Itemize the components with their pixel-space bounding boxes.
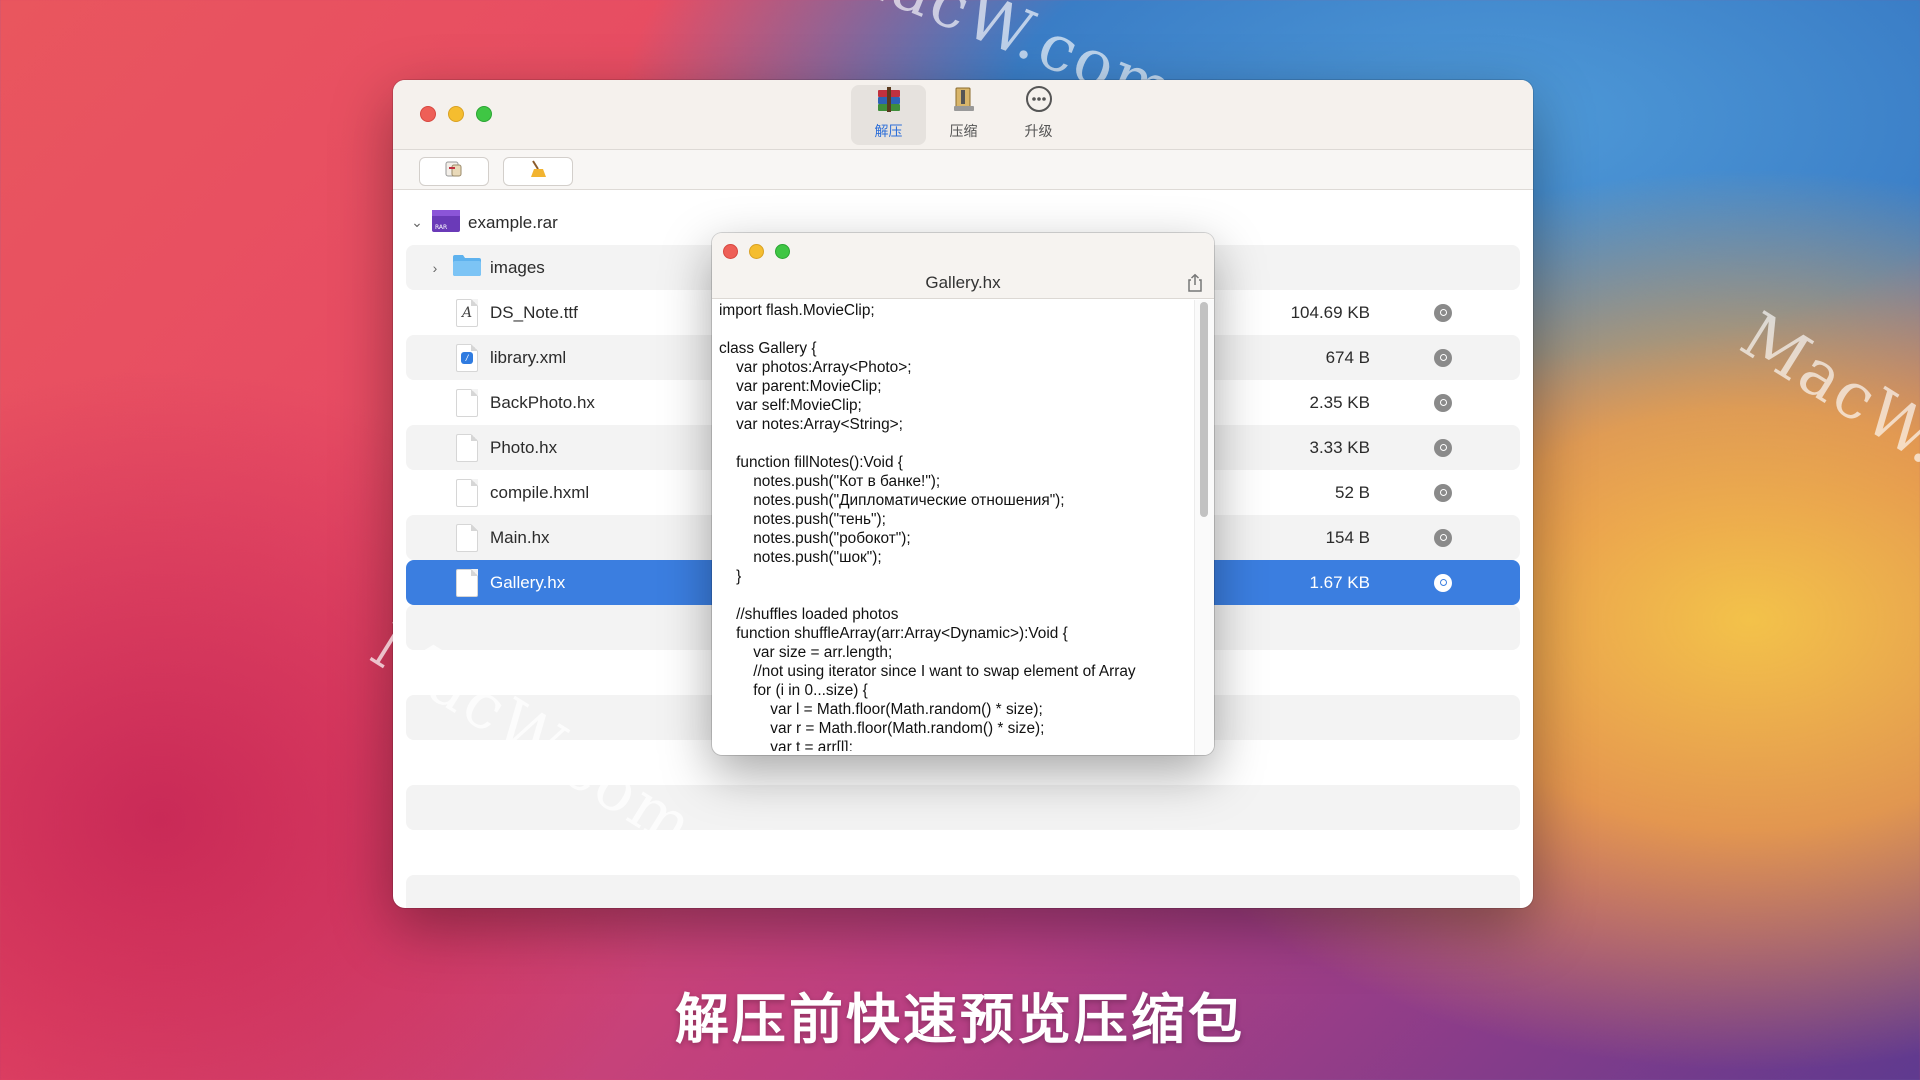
code-line: //shuffles loaded photos: [719, 606, 899, 623]
more-icon: [1024, 84, 1054, 121]
code-line: function fillNotes():Void {: [719, 454, 903, 471]
rar-archive-icon: [874, 84, 904, 121]
code-line: function shuffleArray(arr:Array<Dynamic>…: [719, 625, 1068, 642]
file-size: 104.69 KB: [1290, 302, 1370, 322]
code-line: var l = Math.floor(Math.random() * size)…: [719, 701, 1043, 718]
chevron-right-icon[interactable]: ›: [428, 260, 442, 276]
svg-text:RAR: RAR: [435, 224, 447, 231]
code-line: notes.push("шок");: [719, 549, 882, 566]
share-icon[interactable]: [1186, 273, 1204, 298]
watermark: MacW.com: [1728, 298, 1920, 556]
zoom-button[interactable]: [476, 106, 492, 122]
file-size: 3.33 KB: [1309, 437, 1371, 457]
window-controls: [420, 106, 492, 122]
code-line: notes.push("робокот");: [719, 530, 911, 547]
file-name: BackPhoto.hx: [490, 392, 595, 412]
document-icon: [456, 388, 478, 417]
code-line: for (i in 0...size) {: [719, 682, 868, 699]
code-line: }: [719, 568, 742, 585]
quicklook-icon[interactable]: [1434, 528, 1452, 547]
code-line: class Gallery {: [719, 340, 817, 357]
scrollbar-thumb[interactable]: [1200, 302, 1208, 517]
document-icon: [456, 478, 478, 507]
file-size: 154 B: [1325, 527, 1370, 547]
code-line: var self:MovieClip;: [719, 397, 862, 414]
rar-file-icon: RAR: [431, 207, 461, 238]
code-line: notes.push("тень");: [719, 511, 886, 528]
tool-extract[interactable]: 解压: [851, 85, 926, 145]
preview-zoom-button[interactable]: [775, 244, 790, 259]
font-file-icon: A: [456, 298, 478, 327]
preview-titlebar: Gallery.hx: [712, 233, 1214, 299]
minimize-button[interactable]: [448, 106, 464, 122]
tool-extract-label: 解压: [874, 123, 903, 139]
empty-row: [406, 830, 1520, 875]
quicklook-icon[interactable]: [1434, 303, 1452, 322]
preview-close-button[interactable]: [723, 244, 738, 259]
folder-icon: [452, 253, 482, 282]
code-line: var r = Math.floor(Math.random() * size)…: [719, 720, 1045, 737]
extract-hand-icon: [443, 159, 465, 184]
empty-row: [406, 875, 1520, 908]
file-name: Photo.hx: [490, 437, 558, 457]
document-icon: [456, 433, 478, 462]
file-name: compile.hxml: [490, 482, 590, 502]
tool-upgrade-label: 升级: [1024, 123, 1053, 139]
preview-window-controls: [723, 244, 790, 259]
compress-icon: [949, 84, 979, 121]
chevron-down-icon[interactable]: ⌄: [410, 214, 424, 230]
file-name: Main.hx: [490, 527, 550, 547]
file-size: 674 B: [1325, 347, 1370, 367]
file-name: library.xml: [490, 347, 567, 367]
archive-name: example.rar: [468, 212, 558, 232]
tool-compress-label: 压缩: [949, 123, 978, 139]
main-toolbar: 解压 压缩 升级: [851, 85, 1076, 145]
clean-button[interactable]: [503, 157, 573, 186]
file-name: Gallery.hx: [490, 572, 566, 592]
empty-row: [406, 785, 1520, 830]
file-size: 2.35 KB: [1309, 392, 1371, 412]
code-line: var notes:Array<String>;: [719, 416, 903, 433]
close-button[interactable]: [420, 106, 436, 122]
document-icon: [456, 523, 478, 552]
code-line: notes.push("Кот в банке!");: [719, 473, 941, 490]
file-size: 1.67 KB: [1309, 572, 1371, 592]
code-line: var parent:MovieClip;: [719, 378, 882, 395]
preview-minimize-button[interactable]: [749, 244, 764, 259]
quicklook-preview-window: Gallery.hx import flash.MovieClip; class…: [712, 233, 1214, 755]
quicklook-icon[interactable]: [1434, 438, 1452, 457]
extract-button[interactable]: [419, 157, 489, 186]
quicklook-icon[interactable]: [1434, 393, 1452, 412]
code-line: var t = arr[l];: [719, 739, 853, 751]
code-line: import flash.MovieClip;: [719, 302, 875, 319]
code-line: //not using iterator since I want to swa…: [719, 663, 1136, 680]
tool-compress[interactable]: 压缩: [926, 85, 1001, 145]
xml-file-icon: /: [456, 343, 478, 372]
document-icon: [456, 568, 478, 597]
quicklook-icon[interactable]: [1434, 348, 1452, 367]
tool-upgrade[interactable]: 升级: [1001, 85, 1076, 145]
broom-icon: [527, 159, 549, 184]
code-content: import flash.MovieClip; class Gallery { …: [719, 301, 1189, 751]
preview-title: Gallery.hx: [925, 273, 1001, 292]
titlebar: 解压 压缩 升级: [393, 80, 1533, 150]
code-line: notes.push("Дипломатические отношения");: [719, 492, 1065, 509]
quicklook-icon[interactable]: [1434, 483, 1452, 502]
quicklook-icon[interactable]: [1434, 573, 1452, 592]
file-name: DS_Note.ttf: [490, 302, 578, 322]
file-name: images: [490, 257, 545, 277]
code-line: var photos:Array<Photo>;: [719, 359, 912, 376]
secondary-toolbar: [393, 150, 1533, 190]
caption: 解压前快速预览压缩包: [675, 988, 1245, 1051]
file-size: 52 B: [1335, 482, 1370, 502]
code-line: var size = arr.length;: [719, 644, 893, 661]
